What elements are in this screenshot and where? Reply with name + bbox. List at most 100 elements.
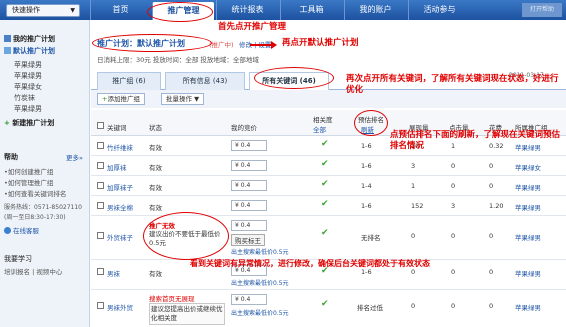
col-status: 状态 <box>149 124 162 132</box>
row-status: 有效 <box>149 204 162 212</box>
check-icon: ✔ <box>321 179 329 189</box>
bid-value: 0.4 <box>240 162 251 169</box>
tab-all-info[interactable]: 所有信息 (43) <box>165 72 245 90</box>
sidebar-new-plan-label: 新建推广计划 <box>12 119 55 127</box>
min-bid-hint: 出主搜索最低价0.5元 <box>231 310 289 317</box>
bid-input[interactable]: ¥ 0.4 <box>231 180 267 191</box>
row-status-note: 建议您提高出价或继续优化相关度 <box>149 303 225 325</box>
keyword-link[interactable]: 加厚袜子 <box>107 182 133 192</box>
row-group-link[interactable]: 苹果绿女 <box>515 162 541 172</box>
row-impressions: 0 <box>411 268 416 276</box>
add-group-button[interactable]: +添加推广组 <box>97 93 145 105</box>
col-bid: 我的竞价 <box>231 124 257 132</box>
nav-tab-activities[interactable]: 活动参与 <box>408 0 470 20</box>
plus-icon: + <box>4 119 10 127</box>
row-status: 有效 <box>149 270 162 278</box>
bid-input[interactable]: ¥ 0.4 <box>231 140 267 151</box>
chevron-down-icon: ▼ <box>70 7 75 14</box>
table-row: 加厚袜子 有效 ¥ 0.4 ✔ 1-4 1 0 0 苹果绿男 <box>91 176 566 196</box>
row-checkbox[interactable] <box>97 182 104 189</box>
sidebar-default-plan[interactable]: 默认推广计划 <box>4 46 55 56</box>
sidebar-new-plan[interactable]: + 新建推广计划 <box>4 118 54 128</box>
table-row: 加厚袜 有效 ¥ 0.4 ✔ 1-6 3 0 0 苹果绿女 <box>91 156 566 176</box>
row-cost: 0 <box>489 182 494 190</box>
keyword-link[interactable]: 男袜外贸 <box>107 302 133 312</box>
sidebar-group-item[interactable]: 苹果绿男 <box>14 104 42 114</box>
row-checkbox[interactable] <box>97 268 104 275</box>
tab-groups[interactable]: 推广组 (6) <box>97 72 161 90</box>
row-cost: 0 <box>489 162 494 170</box>
bid-input[interactable]: ¥ 0.4 <box>231 160 267 171</box>
quick-action-label: 快速操作 <box>12 6 40 14</box>
table-row: 男袜全棉 有效 ¥ 0.4 ✔ 1-6 152 3 1.20 苹果绿男 <box>91 196 566 216</box>
nav-tab-reports[interactable]: 统计报表 <box>216 0 278 20</box>
help-link-item[interactable]: •如何创建推广组 <box>4 166 53 176</box>
bulk-action-button[interactable]: 批量操作 ▼ <box>161 93 205 105</box>
online-service-link[interactable]: 在线客服 <box>4 225 39 235</box>
row-impressions: 1 <box>411 182 416 190</box>
plan-budget-line: 日消耗上限：30元 投放时间：全部 投放地域：全部地域 <box>97 56 259 64</box>
relevance-filter[interactable]: 全部 <box>313 124 326 134</box>
sidebar-my-plans[interactable]: 我的推广计划 <box>4 34 55 44</box>
annotation-step2: 再点开默认推广计划 <box>282 38 359 48</box>
keyword-link[interactable]: 竹纤维袜 <box>107 142 133 152</box>
nav-tab-tools[interactable]: 工具箱 <box>280 0 342 20</box>
sidebar-group-item[interactable]: 苹果绿女 <box>14 82 42 92</box>
help-link-item[interactable]: •如何查看关键词排名 <box>4 188 66 198</box>
row-clicks: 0 <box>451 302 456 310</box>
nav-tab-home[interactable]: 首页 <box>90 0 150 20</box>
keyword-link[interactable]: 男袜 <box>107 268 120 278</box>
select-all-checkbox[interactable] <box>97 122 104 129</box>
service-hours: (周一至日8:30-17:30) <box>4 214 66 221</box>
bid-value: 0.4 <box>240 202 251 209</box>
learn-links[interactable]: 培训报名 | 视频中心 <box>4 266 62 276</box>
help-link[interactable]: 打开帮助 <box>522 3 562 17</box>
row-impressions: 0 <box>411 302 416 310</box>
nav-tab-account[interactable]: 我的账户 <box>344 0 406 20</box>
bid-input[interactable]: ¥ 0.4 <box>231 294 267 305</box>
annotation-arrow <box>250 41 277 48</box>
min-bid-hint: 出主搜索最低价0.5元 <box>231 249 289 256</box>
keyword-link[interactable]: 外贸袜子 <box>107 232 133 242</box>
row-rank: 1-6 <box>361 162 372 170</box>
row-clicks: 0 <box>451 232 456 240</box>
annotation-step4: 点预估排名下面的刷新，了解现在关键词预估排名情况 <box>390 130 561 151</box>
bid-input[interactable]: ¥ 0.4 <box>231 200 267 211</box>
row-group-link[interactable]: 苹果绿男 <box>515 202 541 212</box>
row-group-link[interactable]: 苹果绿男 <box>515 268 541 278</box>
check-icon: ✔ <box>321 228 329 238</box>
row-cost: 0 <box>489 232 494 240</box>
annotation-circle <box>354 110 388 136</box>
row-checkbox[interactable] <box>97 142 104 149</box>
sidebar-my-plans-label: 我的推广计划 <box>13 35 55 43</box>
row-group-link[interactable]: 苹果绿男 <box>515 302 541 312</box>
row-checkbox[interactable] <box>97 202 104 209</box>
sidebar-group-item[interactable]: 竹炭袜 <box>14 93 35 103</box>
bid-input[interactable]: ¥ 0.4 <box>231 220 267 231</box>
top-nav: 快速操作 ▼ 首页 推广管理 统计报表 工具箱 我的账户 活动参与 打开帮助 <box>0 0 566 20</box>
row-checkbox[interactable] <box>97 302 104 309</box>
keyword-link[interactable]: 加厚袜 <box>107 162 127 172</box>
row-cost: 0 <box>489 302 494 310</box>
quick-action-dropdown[interactable]: 快速操作 ▼ <box>6 4 80 17</box>
row-clicks: 3 <box>451 202 456 210</box>
sidebar-group-item[interactable]: 苹果绿男 <box>14 71 42 81</box>
row-checkbox[interactable] <box>97 232 104 239</box>
keyword-link[interactable]: 男袜全棉 <box>107 202 133 212</box>
row-impressions: 152 <box>411 202 424 210</box>
help-link-item[interactable]: •如何管理推广组 <box>4 177 53 187</box>
annotation-circle <box>143 212 229 260</box>
row-cost: 1.20 <box>489 202 504 210</box>
row-clicks: 0 <box>451 268 456 276</box>
help-more-link[interactable]: 更多» <box>66 152 83 162</box>
chat-icon <box>4 227 11 234</box>
sidebar-group-item[interactable]: 苹果绿男 <box>14 60 42 70</box>
check-icon: ✔ <box>321 199 329 209</box>
row-checkbox[interactable] <box>97 162 104 169</box>
check-icon: ✔ <box>321 299 329 309</box>
row-impressions: 0 <box>411 232 416 240</box>
row-group-link[interactable]: 苹果绿男 <box>515 232 541 242</box>
row-group-link[interactable]: 苹果绿男 <box>515 182 541 192</box>
row-rank: 无排名 <box>361 234 381 242</box>
buy-top-button[interactable]: 购买标王 <box>231 234 265 246</box>
